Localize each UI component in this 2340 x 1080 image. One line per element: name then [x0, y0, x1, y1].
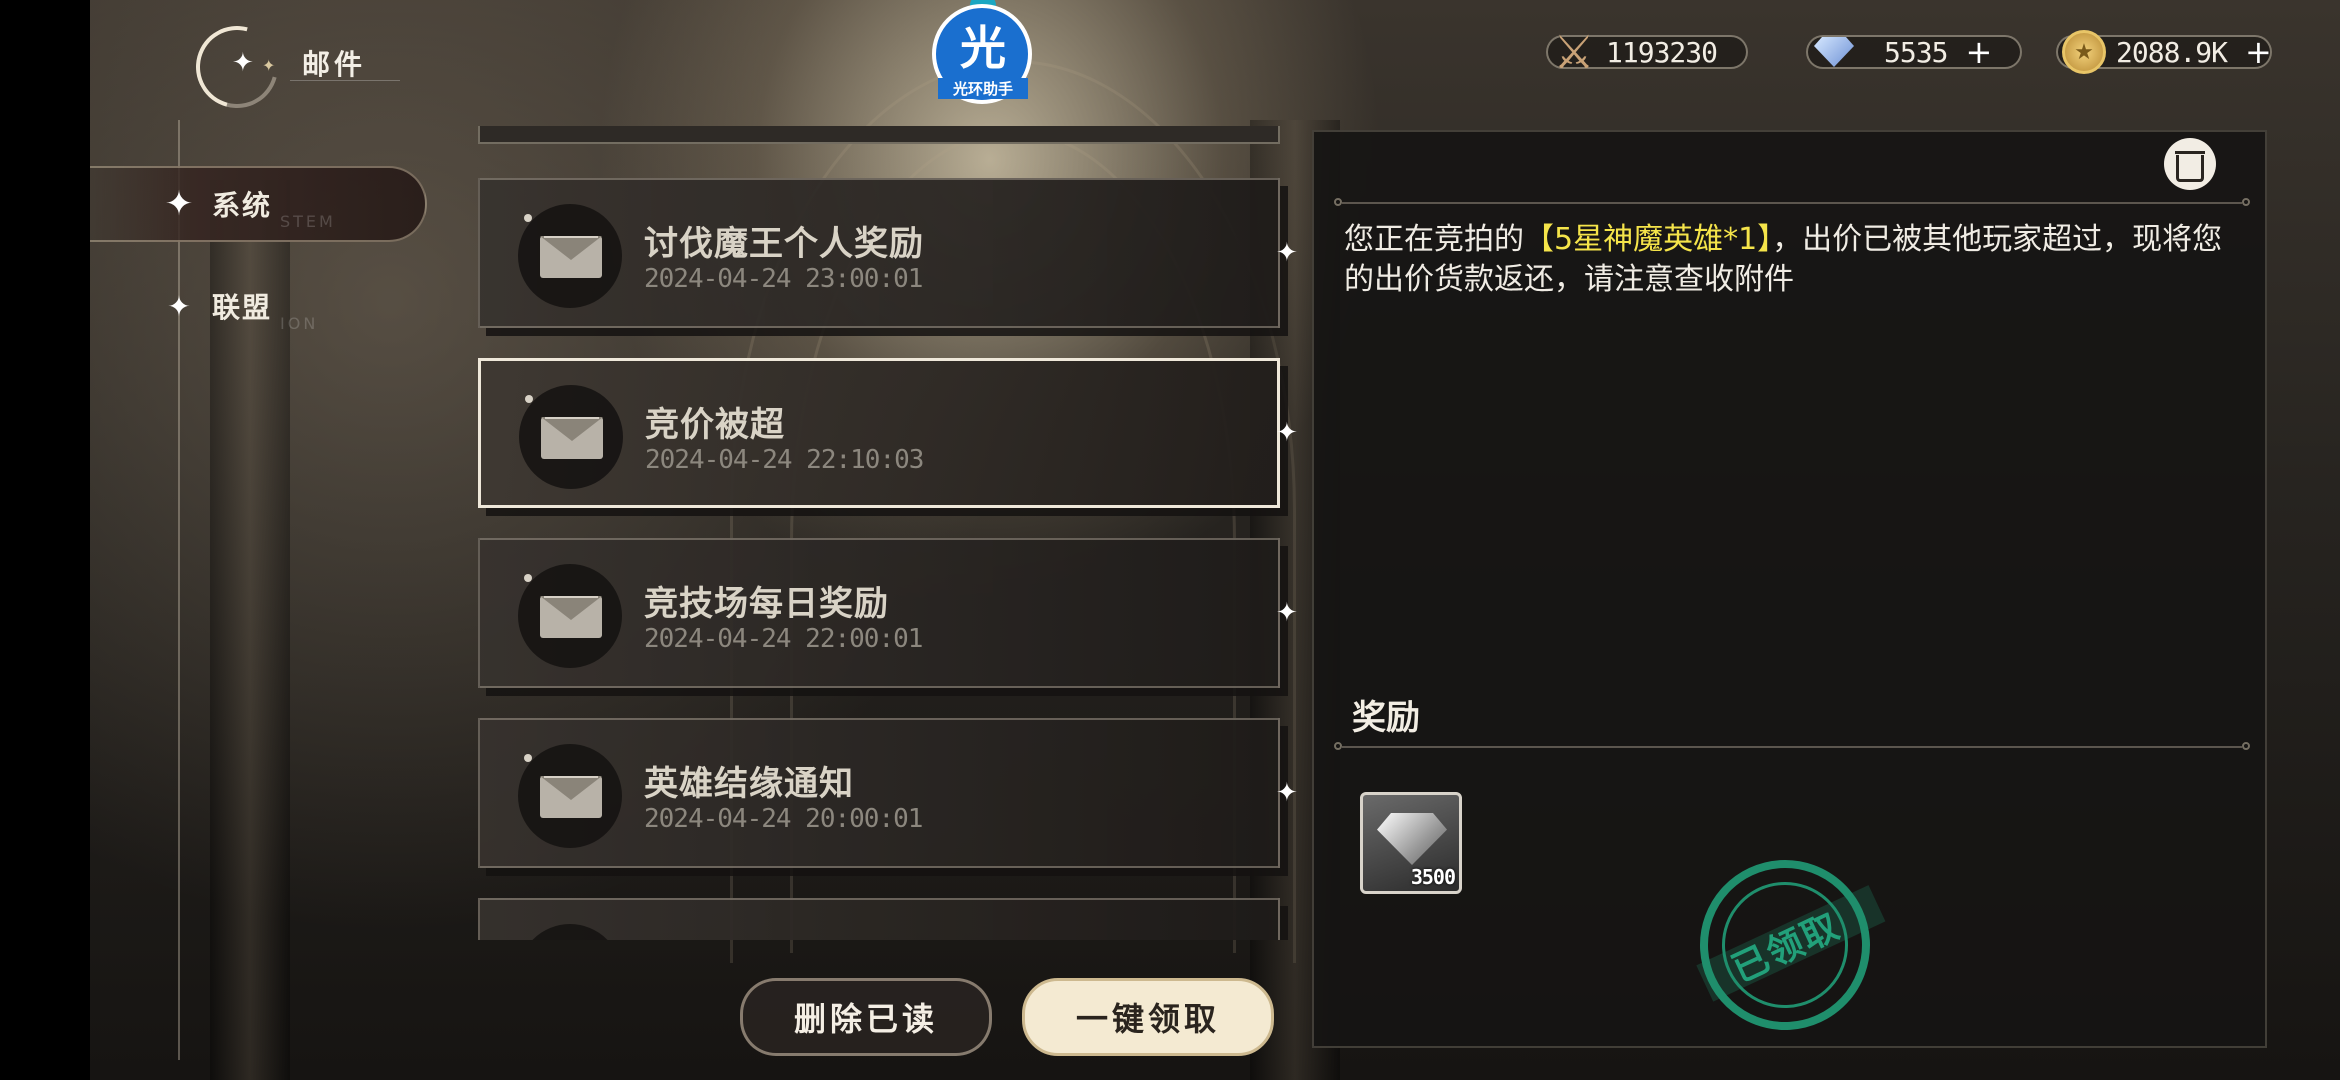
- sidebar-item-system[interactable]: ✦ 系统 STEM: [90, 166, 427, 242]
- divider: [1334, 742, 2250, 750]
- sidebar-item-ghost-text: STEM: [280, 212, 336, 231]
- envelope-badge: [518, 204, 622, 308]
- sidebar-item-label: 联盟: [212, 291, 273, 324]
- claim-all-button[interactable]: 一键领取: [1022, 978, 1274, 1056]
- envelope-badge: [518, 564, 622, 668]
- envelope-badge: [518, 744, 622, 848]
- mail-date: 2024-04-24 23:00:01: [644, 264, 923, 294]
- crossed-swords-icon: ⚔: [1553, 25, 1595, 79]
- mail-item-selected[interactable]: 竞价被超 2024-04-24 22:10:03: [478, 358, 1280, 508]
- mail-title: 英雄结缘通知: [644, 764, 854, 804]
- power-counter: 1193230 ⚔: [1546, 25, 1748, 79]
- mail-item-partial[interactable]: [478, 898, 1280, 940]
- reward-item[interactable]: 3500: [1360, 792, 1462, 894]
- mail-title: 竞价被超: [645, 405, 785, 445]
- trash-icon: [2176, 154, 2204, 182]
- sparkle-icon: ✦: [1276, 778, 1298, 808]
- sparkle-icon: ✦: [1276, 418, 1298, 448]
- helper-badge[interactable]: 光 光环助手: [930, 0, 1036, 112]
- reward-quantity: 3500: [1410, 865, 1456, 889]
- badge-glyph: 光: [960, 21, 1006, 75]
- sparkle-icon: ✦: [164, 184, 194, 224]
- badge-caption: 光环助手: [938, 78, 1028, 99]
- envelope-icon: [541, 417, 603, 459]
- trash-lid: [2175, 151, 2205, 154]
- divider: [1334, 198, 2250, 206]
- delete-read-button[interactable]: 删除已读: [740, 978, 992, 1056]
- mail-date: 2024-04-24 20:00:01: [644, 804, 923, 834]
- gold-value: 2088.9K: [2116, 35, 2228, 69]
- diamond-icon: [1806, 24, 1862, 80]
- mail-title: 讨伐魔王个人奖励: [644, 224, 924, 264]
- page-title: 邮件: [302, 48, 367, 81]
- sparkle-icon: ✦: [1276, 598, 1298, 628]
- reward-heading: 奖励: [1352, 698, 1420, 738]
- mail-item[interactable]: 讨伐魔王个人奖励 2024-04-24 23:00:01: [478, 178, 1280, 328]
- mail-detail-panel: 您正在竞拍的【5星神魔英雄*1】，出价已被其他玩家超过，现将您的出价货款返还，请…: [1312, 130, 2267, 1058]
- mail-item[interactable]: 竞技场每日奖励 2024-04-24 22:00:01: [478, 538, 1280, 688]
- diamond-counter[interactable]: 5535 +: [1806, 32, 2022, 72]
- sidebar-item-alliance[interactable]: ✦ 联盟 ION: [90, 270, 425, 342]
- envelope-badge: [518, 924, 622, 940]
- delete-mail-button[interactable]: [2164, 138, 2216, 190]
- decor-dot: [524, 214, 532, 222]
- decor-dot: [524, 574, 532, 582]
- decor-dot: [525, 395, 533, 403]
- power-value: 1193230: [1606, 35, 1718, 69]
- add-gold-button[interactable]: +: [2245, 36, 2272, 68]
- mail-list[interactable]: 讨伐魔王个人奖励 2024-04-24 23:00:01 竞价被超 2024-0…: [478, 128, 1288, 940]
- message-prefix: 您正在竞拍的: [1344, 222, 1524, 257]
- mail-date: 2024-04-24 22:10:03: [645, 445, 924, 475]
- diamond-value: 5535: [1884, 35, 1948, 69]
- gold-counter[interactable]: 2088.9K + ★: [2056, 30, 2272, 74]
- envelope-icon: [540, 596, 602, 638]
- mail-header[interactable]: ✦ ✦ 邮件: [180, 10, 367, 124]
- sparkle-icon: ✦: [167, 289, 191, 323]
- diamond-icon: [1377, 813, 1447, 865]
- mail-title: 竞技场每日奖励: [644, 584, 889, 624]
- claimed-stamp: 已领取: [1672, 832, 1898, 1058]
- envelope-icon: [540, 776, 602, 818]
- mail-item[interactable]: 英雄结缘通知 2024-04-24 20:00:01: [478, 718, 1280, 868]
- sidebar-item-ghost-text: ION: [280, 314, 319, 333]
- sparkle-icon: ✦: [1276, 238, 1298, 268]
- claimed-stamp-text: 已领取: [1726, 905, 1847, 991]
- envelope-icon: [540, 236, 602, 278]
- sidebar-line: [178, 120, 180, 1060]
- title-divider: [290, 80, 400, 81]
- mail-date: 2024-04-24 22:00:01: [644, 624, 923, 654]
- mail-message: 您正在竞拍的【5星神魔英雄*1】，出价已被其他玩家超过，现将您的出价货款返还，请…: [1344, 220, 2224, 300]
- sidebar-item-label: 系统: [212, 189, 273, 222]
- gold-coin-icon: ★: [2056, 24, 2112, 80]
- crescent-moon-icon: ✦ ✦: [180, 10, 294, 124]
- decor-dot: [524, 754, 532, 762]
- add-diamond-button[interactable]: +: [1965, 36, 1992, 68]
- envelope-badge: [519, 385, 623, 489]
- message-highlight: 【5星神魔英雄*1】: [1524, 222, 1773, 257]
